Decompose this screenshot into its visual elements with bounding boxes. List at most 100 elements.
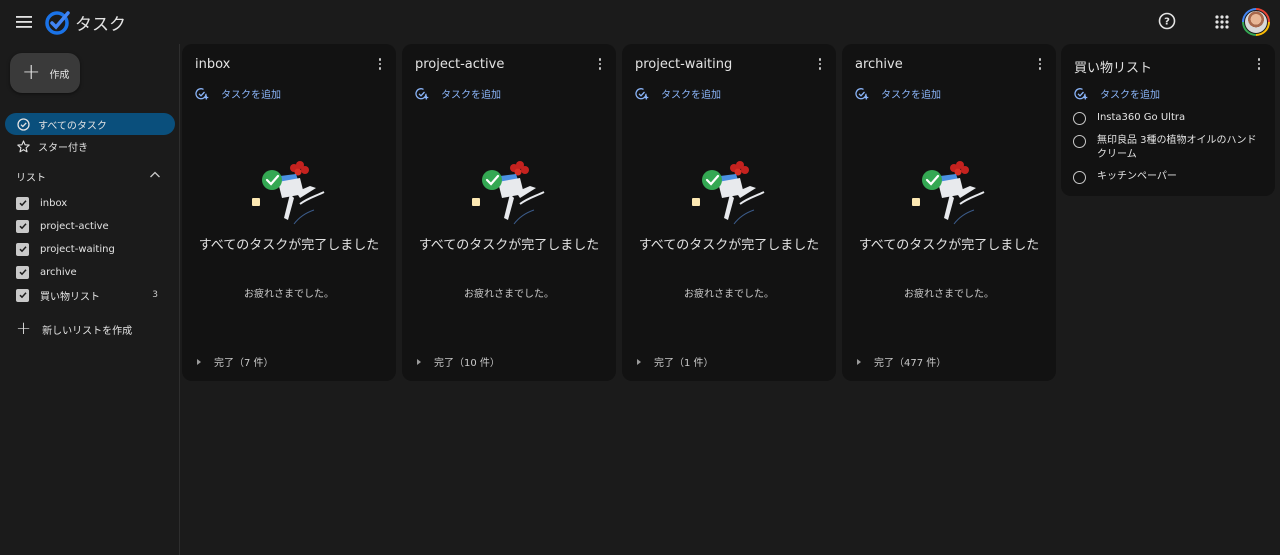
nav-starred-label: スター付き	[38, 142, 88, 154]
add-task-icon	[855, 87, 869, 101]
all-done-subtitle: お疲れさまでした。	[244, 289, 334, 300]
top-bar: タスク ?	[0, 0, 1280, 44]
all-done-title: すべてのタスクが完了しました	[418, 238, 600, 253]
add-task-icon	[195, 87, 209, 101]
more-vert-icon[interactable]	[814, 57, 826, 71]
menu-icon[interactable]	[12, 10, 36, 34]
more-vert-icon[interactable]	[374, 57, 386, 71]
task-complete-toggle[interactable]	[1073, 112, 1086, 125]
task-title: キッチンペーパー	[1097, 171, 1177, 182]
sidebar-list-label: 買い物リスト	[40, 291, 100, 303]
chevron-right-icon	[857, 358, 861, 365]
completed-label: 完了（1 件）	[654, 358, 714, 369]
task-item[interactable]: 無印良品 3種の植物オイルのハンドクリーム	[1073, 134, 1257, 162]
help-icon[interactable]: ?	[1156, 10, 1178, 32]
check-circle-icon	[16, 117, 30, 131]
nav-all-tasks-label: すべてのタスク	[38, 120, 107, 132]
all-done-subtitle: お疲れさまでした。	[684, 289, 774, 300]
more-vert-icon[interactable]	[594, 57, 606, 71]
new-list-label: 新しいリストを作成	[42, 325, 133, 337]
sidebar: + 作成 すべてのタスク スター付き リスト inbox project-act…	[0, 44, 180, 555]
add-task-icon	[635, 87, 649, 101]
create-button[interactable]: + 作成	[10, 53, 80, 93]
tasks-logo-icon	[45, 9, 71, 35]
completed-toggle[interactable]: 完了（7 件）	[197, 354, 274, 369]
lists-section-title: リスト	[16, 173, 46, 184]
checkbox[interactable]	[16, 265, 29, 279]
all-done-illustration	[472, 161, 545, 225]
checkbox[interactable]	[16, 242, 29, 256]
new-list-button[interactable]: + 新しいリストを作成	[16, 320, 132, 338]
add-task-label: タスクを追加	[881, 90, 941, 101]
more-vert-icon[interactable]	[1253, 57, 1265, 71]
column-title: archive	[855, 57, 903, 72]
sidebar-list-archive[interactable]: archive	[16, 263, 166, 281]
task-list-column: 買い物リスト タスクを追加 Insta360 Go Ultra 無印良品 3種の…	[1061, 44, 1275, 196]
nav-all-tasks[interactable]: すべてのタスク	[5, 113, 175, 135]
create-label: 作成	[49, 69, 70, 81]
plus-icon: +	[22, 60, 41, 85]
plus-icon: +	[16, 318, 32, 339]
add-task-button[interactable]: タスクを追加	[195, 86, 281, 101]
completed-toggle[interactable]: 完了（1 件）	[637, 354, 714, 369]
add-task-icon	[415, 87, 429, 101]
all-done-title: すべてのタスクが完了しました	[638, 238, 820, 253]
chevron-right-icon	[197, 358, 201, 365]
add-task-button[interactable]: タスクを追加	[1074, 86, 1160, 101]
add-task-label: タスクを追加	[441, 90, 501, 101]
svg-text:?: ?	[1164, 17, 1170, 28]
add-task-label: タスクを追加	[661, 90, 721, 101]
column-title: project-waiting	[635, 57, 733, 72]
star-icon	[16, 139, 30, 153]
all-done-illustration	[252, 161, 325, 225]
task-list-column: inbox タスクを追加 すべてのタスクが完了しました お疲れさまでした。 完了…	[182, 44, 396, 381]
apps-grid-icon[interactable]	[1211, 11, 1233, 33]
sidebar-list-label: project-active	[40, 220, 109, 232]
add-task-button[interactable]: タスクを追加	[635, 86, 721, 101]
column-title: inbox	[195, 57, 231, 72]
task-title: 無印良品 3種の植物オイルのハンドクリーム	[1097, 135, 1257, 160]
all-done-title: すべてのタスクが完了しました	[198, 238, 380, 253]
completed-label: 完了（477 件）	[874, 358, 947, 369]
add-task-label: タスクを追加	[221, 90, 281, 101]
add-task-button[interactable]: タスクを追加	[855, 86, 941, 101]
sidebar-list-project-waiting[interactable]: project-waiting	[16, 240, 166, 258]
list-count-badge: 3	[152, 290, 158, 300]
chevron-up-icon[interactable]	[148, 168, 162, 182]
sidebar-list-shopping[interactable]: 買い物リスト 3	[16, 286, 166, 304]
checkbox[interactable]	[16, 219, 29, 233]
more-vert-icon[interactable]	[1034, 57, 1046, 71]
app-title: タスク	[75, 15, 126, 35]
chevron-right-icon	[417, 358, 421, 365]
task-list-column: archive タスクを追加 すべてのタスクが完了しました お疲れさまでした。 …	[842, 44, 1056, 381]
add-task-button[interactable]: タスクを追加	[415, 86, 501, 101]
all-done-subtitle: お疲れさまでした。	[904, 289, 994, 300]
all-done-illustration	[692, 161, 765, 225]
task-item[interactable]: Insta360 Go Ultra	[1073, 111, 1257, 125]
avatar[interactable]	[1242, 8, 1270, 36]
all-done-subtitle: お疲れさまでした。	[464, 289, 554, 300]
task-complete-toggle[interactable]	[1073, 135, 1086, 148]
task-item[interactable]: キッチンペーパー	[1073, 170, 1257, 184]
checkbox[interactable]	[16, 288, 29, 302]
completed-toggle[interactable]: 完了（477 件）	[857, 354, 946, 369]
all-done-title: すべてのタスクが完了しました	[858, 238, 1040, 253]
sidebar-list-project-active[interactable]: project-active	[16, 217, 166, 235]
checkbox[interactable]	[16, 196, 29, 210]
column-title: project-active	[415, 57, 505, 72]
task-complete-toggle[interactable]	[1073, 171, 1086, 184]
task-list-column: project-waiting タスクを追加 すべてのタスクが完了しました お疲…	[622, 44, 836, 381]
all-done-illustration	[912, 161, 985, 225]
completed-label: 完了（7 件）	[214, 358, 274, 369]
column-title: 買い物リスト	[1074, 61, 1153, 76]
completed-label: 完了（10 件）	[434, 358, 500, 369]
chevron-right-icon	[637, 358, 641, 365]
sidebar-list-label: project-waiting	[40, 243, 115, 255]
add-task-label: タスクを追加	[1100, 90, 1160, 101]
nav-starred[interactable]: スター付き	[5, 135, 175, 157]
completed-toggle[interactable]: 完了（10 件）	[417, 354, 500, 369]
sidebar-list-label: archive	[40, 266, 77, 278]
sidebar-list-inbox[interactable]: inbox	[16, 194, 166, 212]
task-list-column: project-active タスクを追加 すべてのタスクが完了しました お疲れ…	[402, 44, 616, 381]
add-task-icon	[1074, 87, 1088, 101]
